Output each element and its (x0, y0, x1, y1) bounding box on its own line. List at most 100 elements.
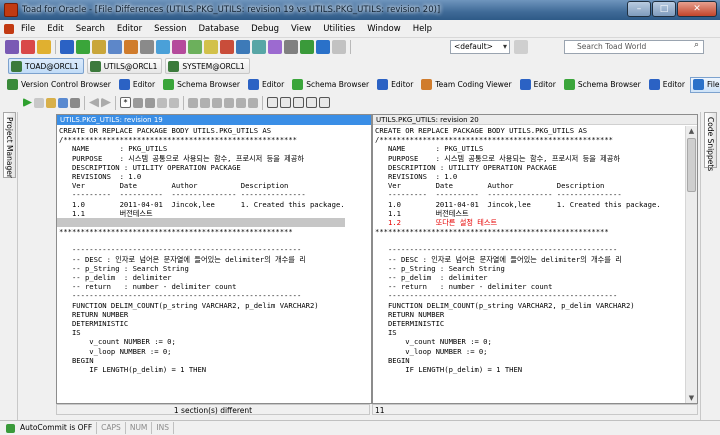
automation-icon[interactable] (268, 40, 282, 54)
menu-edit[interactable]: Edit (41, 20, 69, 38)
help-icon[interactable] (284, 40, 298, 54)
search-icon[interactable]: ⌕ (694, 40, 699, 50)
connection-icon (11, 60, 22, 72)
options-icon[interactable] (140, 40, 154, 54)
menu-view[interactable]: View (285, 20, 317, 38)
customize-icon[interactable] (332, 40, 346, 54)
redo-icon[interactable] (169, 97, 179, 108)
window-tab-version-control-browser[interactable]: Version Control Browser (4, 77, 116, 93)
connection-tab[interactable]: UTILS@ORCL1 (86, 58, 163, 74)
vertical-scrollbar[interactable]: ▲ ▼ (685, 126, 697, 403)
window-tab-editor[interactable]: Editor (116, 77, 160, 93)
word-wrap-icon[interactable] (306, 97, 317, 108)
window-tab-schema-browser[interactable]: Schema Browser (289, 77, 374, 93)
disconnect-icon[interactable] (21, 40, 35, 54)
window-tab-editor[interactable]: Editor (646, 77, 690, 93)
code-line: /***************************************… (59, 135, 297, 145)
menu-utilities[interactable]: Utilities (317, 20, 361, 38)
window-tab-file-differences[interactable]: File Differences (689, 76, 720, 93)
new-connection-icon[interactable] (5, 40, 19, 54)
first-diff-icon[interactable] (188, 97, 198, 108)
split-view-icon[interactable] (280, 97, 291, 108)
right-code[interactable]: CREATE OR REPLACE PACKAGE BODY UTILS.PKG… (373, 126, 661, 374)
left-code[interactable]: CREATE OR REPLACE PACKAGE BODY UTILS.PKG… (57, 126, 345, 374)
window-tab-icon (563, 79, 575, 90)
schema-dropdown[interactable]: <default> (450, 40, 510, 54)
copy-left-icon[interactable] (133, 97, 143, 108)
merge-right-icon[interactable] (224, 97, 234, 108)
scroll-thumb[interactable] (687, 138, 696, 192)
connection-label: TOAD@ORCL1 (25, 61, 79, 71)
line-numbers-icon[interactable] (293, 97, 304, 108)
right-diff-pane[interactable]: UTILS.PKG_UTILS: revision 20 CREATE OR R… (372, 114, 698, 404)
menu-debug[interactable]: Debug (245, 20, 285, 38)
ignore-case-icon[interactable] (248, 97, 258, 108)
code-line: 1.0 2011-04-01 Jincok,lee 1. Created thi… (59, 199, 345, 209)
menu-editor[interactable]: Editor (111, 20, 148, 38)
export-icon[interactable] (204, 40, 218, 54)
sql-tracker-icon[interactable] (108, 40, 122, 54)
copy-right-icon[interactable] (145, 97, 155, 108)
toad-app-icon[interactable] (4, 3, 18, 17)
autocommit-status[interactable]: AutoCommit is OFF (16, 422, 98, 434)
show-all-icon[interactable]: * (120, 97, 131, 108)
settings-icon[interactable] (319, 97, 330, 108)
code-line: IF LENGTH(p_delim) = 1 THEN (59, 364, 207, 374)
connection-tab[interactable]: SYSTEM@ORCL1 (165, 58, 250, 74)
sync-scroll-icon[interactable] (236, 97, 246, 108)
window-tab-editor[interactable]: Editor (245, 77, 289, 93)
refresh-icon[interactable] (34, 97, 44, 108)
execute-icon[interactable] (300, 40, 314, 54)
editor-icon[interactable] (60, 40, 74, 54)
toad-world-icon[interactable] (316, 40, 330, 54)
reports-icon[interactable] (172, 40, 186, 54)
window-tab-team-coding-viewer[interactable]: Team Coding Viewer (418, 77, 516, 93)
explain-plan-icon[interactable] (124, 40, 138, 54)
run-icon[interactable] (23, 98, 32, 107)
menu-search[interactable]: Search (70, 20, 111, 38)
close-button[interactable]: ✕ (677, 1, 717, 17)
document-icon[interactable] (4, 23, 14, 34)
code-line: NAME : PKG_UTILS (59, 144, 168, 154)
open-file-icon[interactable] (37, 40, 51, 54)
scroll-down-icon[interactable]: ▼ (686, 393, 697, 403)
autocommit-icon[interactable] (6, 423, 15, 433)
dropdown-extra-icon[interactable] (514, 40, 528, 54)
query-builder-icon[interactable] (156, 40, 170, 54)
window-tab-icon (519, 79, 531, 90)
menu-session[interactable]: Session (148, 20, 192, 38)
menu-database[interactable]: Database (193, 20, 246, 38)
window-tab-schema-browser[interactable]: Schema Browser (561, 77, 646, 93)
code-snippets-tab[interactable]: Code Snippets (704, 112, 717, 171)
maximize-button[interactable]: □ (652, 1, 676, 17)
last-diff-icon[interactable] (200, 97, 210, 108)
schema-browser-icon[interactable] (76, 40, 90, 54)
print-icon[interactable] (70, 97, 80, 108)
data-grid-icon[interactable] (188, 40, 202, 54)
minimize-button[interactable]: – (627, 1, 651, 17)
open-icon[interactable] (46, 97, 56, 108)
debug-icon[interactable] (220, 40, 234, 54)
save-icon[interactable] (58, 97, 68, 108)
window-tab-editor[interactable]: Editor (374, 77, 418, 93)
menu-help[interactable]: Help (407, 20, 438, 38)
merge-left-icon[interactable] (212, 97, 222, 108)
previous-diff-icon[interactable] (89, 97, 99, 108)
search-toad-world-input[interactable]: Search Toad World (564, 40, 704, 54)
menu-file[interactable]: File (15, 20, 41, 38)
view-options-icon[interactable] (267, 97, 278, 108)
window-tab-editor[interactable]: Editor (517, 77, 561, 93)
left-diff-pane[interactable]: UTILS.PKG_UTILS: revision 19 CREATE OR R… (56, 114, 372, 404)
session-browser-icon[interactable] (92, 40, 106, 54)
menu-window[interactable]: Window (361, 20, 407, 38)
compare-icon[interactable] (252, 40, 266, 54)
window-tab-schema-browser[interactable]: Schema Browser (160, 77, 245, 93)
scroll-up-icon[interactable]: ▲ (686, 126, 697, 136)
code-line: CREATE OR REPLACE PACKAGE BODY UTILS.PKG… (375, 126, 588, 135)
undo-icon[interactable] (157, 97, 167, 108)
team-coding-icon[interactable] (236, 40, 250, 54)
connection-tab[interactable]: TOAD@ORCL1 (8, 58, 84, 74)
next-diff-icon[interactable] (101, 97, 111, 108)
project-manager-tab[interactable]: Project Manager (3, 112, 16, 178)
window-controls: – □ ✕ (627, 1, 717, 17)
